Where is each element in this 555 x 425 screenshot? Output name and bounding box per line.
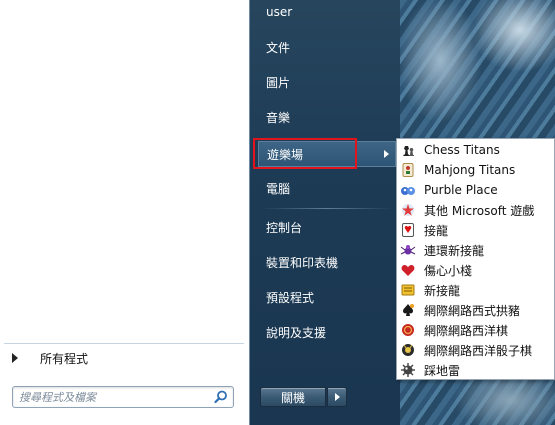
right-item-label: 音樂 — [266, 110, 291, 125]
submenu-item-mahjong-titans[interactable]: Mahjong Titans — [398, 160, 554, 180]
right-item-control-panel[interactable]: 控制台 — [258, 215, 396, 239]
submenu-item-label: 接龍 — [424, 223, 449, 238]
submenu-item-solitaire[interactable]: 接龍 — [398, 220, 554, 240]
solitaire-icon — [400, 222, 416, 238]
arrow-right-icon — [12, 353, 18, 363]
submenu-item-label: Purble Place — [424, 183, 498, 197]
right-item-help-support[interactable]: 說明及支援 — [258, 320, 396, 344]
search-icon[interactable] — [213, 389, 229, 405]
highlight-annotation-box — [253, 138, 357, 169]
submenu-item-spider-solitaire[interactable]: 連環新接龍 — [398, 240, 554, 260]
right-item-label: 說明及支援 — [266, 325, 327, 340]
left-pane-divider — [4, 343, 244, 344]
all-programs-button[interactable]: 所有程式 — [6, 347, 244, 369]
hearts-icon — [400, 262, 416, 278]
submenu-item-freecell[interactable]: 新接龍 — [398, 280, 554, 300]
right-item-label: 文件 — [266, 40, 291, 55]
right-item-label: 圖片 — [266, 75, 291, 90]
games-submenu: Chess Titans Mahjong Titans Purble Place — [396, 138, 555, 380]
spades-icon — [400, 302, 416, 318]
right-item-pictures[interactable]: 圖片 — [258, 70, 396, 94]
right-item-default-programs[interactable]: 預設程式 — [258, 285, 396, 309]
right-item-label: 控制台 — [266, 220, 303, 235]
submenu-item-purble-place[interactable]: Purble Place — [398, 180, 554, 200]
right-item-devices-printers[interactable]: 裝置和印表機 — [258, 250, 396, 274]
right-item-label: 電腦 — [266, 181, 291, 196]
submenu-item-label: Chess Titans — [424, 143, 500, 157]
shutdown-button[interactable]: 關機 — [260, 387, 326, 407]
submenu-item-internet-checkers[interactable]: 網際網路西洋棋 — [398, 320, 554, 340]
minesweeper-icon — [400, 362, 416, 378]
start-menu-left-pane: 所有程式 — [0, 0, 250, 425]
start-menu: 所有程式 user 文件 圖片 音樂 遊樂場 電腦 控制台 裝 — [0, 0, 400, 425]
submenu-item-hearts[interactable]: 傷心小棧 — [398, 260, 554, 280]
shutdown-label: 關機 — [280, 390, 305, 405]
right-item-label: 預設程式 — [266, 290, 315, 305]
submenu-item-label: 其他 Microsoft 遊戲 — [424, 203, 535, 218]
search-input[interactable] — [19, 389, 209, 405]
submenu-item-label: 新接龍 — [424, 283, 461, 298]
submenu-item-label: 傷心小棧 — [424, 263, 473, 278]
submenu-item-label: 連環新接龍 — [424, 243, 485, 258]
freecell-icon — [400, 282, 416, 298]
submenu-item-label: Mahjong Titans — [424, 163, 516, 177]
submenu-item-label: 網際網路西式拱豬 — [424, 303, 521, 318]
submenu-item-internet-backgammon[interactable]: 網際網路西洋骰子棋 — [398, 340, 554, 360]
submenu-item-internet-spades[interactable]: 網際網路西式拱豬 — [398, 300, 554, 320]
right-item-label: user — [266, 5, 293, 19]
right-item-documents[interactable]: 文件 — [258, 35, 396, 59]
submenu-item-label: 踩地雷 — [424, 363, 461, 378]
submenu-item-minesweeper[interactable]: 踩地雷 — [398, 360, 554, 380]
right-item-user[interactable]: user — [258, 0, 396, 24]
arrow-right-icon — [335, 393, 340, 401]
shutdown-options-button[interactable] — [327, 387, 347, 407]
backgammon-icon — [400, 342, 416, 358]
right-pane-separator — [262, 208, 392, 209]
right-item-computer[interactable]: 電腦 — [258, 176, 396, 200]
chess-icon — [400, 142, 416, 158]
more-games-icon — [400, 202, 416, 218]
submenu-item-label: 網際網路西洋棋 — [424, 323, 509, 338]
submenu-item-label: 網際網路西洋骰子棋 — [424, 343, 533, 358]
spider-icon — [400, 242, 416, 258]
right-item-label: 裝置和印表機 — [266, 255, 339, 270]
search-box[interactable] — [12, 386, 234, 408]
all-programs-label: 所有程式 — [40, 351, 89, 366]
checkers-icon — [400, 322, 416, 338]
submenu-arrow-icon — [384, 150, 389, 158]
submenu-item-more-games[interactable]: 其他 Microsoft 遊戲 — [398, 200, 554, 220]
right-item-music[interactable]: 音樂 — [258, 105, 396, 129]
mahjong-icon — [400, 162, 416, 178]
submenu-item-chess-titans[interactable]: Chess Titans — [398, 140, 554, 160]
purble-icon — [400, 182, 416, 198]
